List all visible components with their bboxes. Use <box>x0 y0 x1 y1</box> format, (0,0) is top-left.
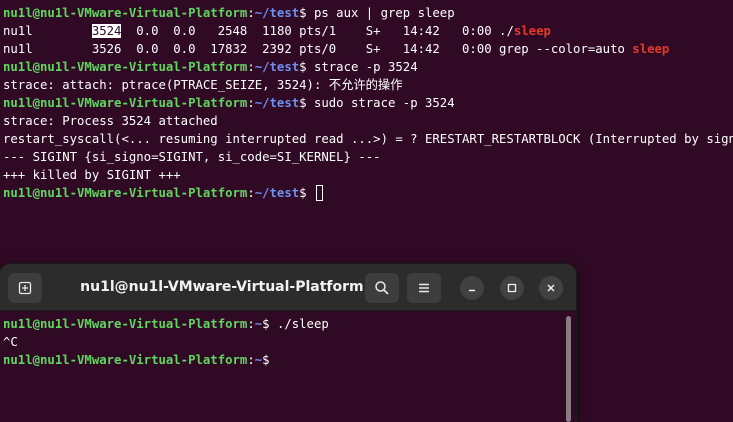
close-button[interactable] <box>539 276 563 300</box>
prompt-separator: : <box>247 186 255 200</box>
text-segment: strace -p 3524 <box>313 60 418 74</box>
output-line: strace: attach: ptrace(PTRACE_SEIZE, 352… <box>3 76 733 94</box>
prompt-line: nu1l@nu1l-VMware-Virtual-Platform:~$ ./s… <box>3 315 564 333</box>
prompt-separator: : <box>247 317 255 331</box>
maximize-icon <box>507 283 517 293</box>
output-line: strace: Process 3524 attached <box>3 112 733 130</box>
text-segment: 0.0 0.0 2548 1180 pts/1 S+ 14:42 0:00 ./ <box>121 24 514 38</box>
grep-match: sleep <box>632 42 670 56</box>
minimize-icon <box>469 289 475 292</box>
output-line: ^C <box>3 333 564 351</box>
prompt-line: nu1l@nu1l-VMware-Virtual-Platform:~/test… <box>3 184 733 202</box>
prompt-path: ~ <box>254 353 263 367</box>
text-segment: nu1l <box>3 24 92 38</box>
terminal-window-front[interactable]: nu1l@nu1l-VMware-Virtual-Platform: ~ nu1… <box>0 264 576 422</box>
output-line: nu1l 3526 0.0 0.0 17832 2392 pts/0 S+ 14… <box>3 40 733 58</box>
text-segment: strace: Process 3524 attached <box>3 114 218 128</box>
selected-text: 3524 <box>91 24 122 38</box>
text-segment: ^C <box>3 335 18 349</box>
prompt-symbol: $ <box>262 317 277 331</box>
text-segment: sudo strace -p 3524 <box>313 96 455 110</box>
prompt-user: nu1l@nu1l-VMware-Virtual-Platform <box>3 353 248 367</box>
prompt-separator: : <box>247 60 255 74</box>
hamburger-menu-icon <box>419 283 429 293</box>
minimize-button[interactable] <box>460 276 484 300</box>
output-line: +++ killed by SIGINT +++ <box>3 166 733 184</box>
terminal-window-background[interactable]: nu1l@nu1l-VMware-Virtual-Platform:~/test… <box>0 0 733 264</box>
prompt-line: nu1l@nu1l-VMware-Virtual-Platform:~/test… <box>3 94 733 112</box>
prompt-symbol: $ <box>299 96 314 110</box>
close-icon <box>547 284 555 292</box>
output-line: --- SIGINT {si_signo=SIGINT, si_code=SI_… <box>3 148 733 166</box>
output-line: nu1l 3524 0.0 0.0 2548 1180 pts/1 S+ 14:… <box>3 22 733 40</box>
prompt-line: nu1l@nu1l-VMware-Virtual-Platform:~$ <box>3 351 564 369</box>
prompt-user: nu1l@nu1l-VMware-Virtual-Platform <box>3 317 248 331</box>
text-segment: ./sleep <box>276 317 329 331</box>
prompt-line: nu1l@nu1l-VMware-Virtual-Platform:~/test… <box>3 58 733 76</box>
grep-match: sleep <box>513 24 551 38</box>
terminal-output[interactable]: nu1l@nu1l-VMware-Virtual-Platform:~/test… <box>3 4 733 202</box>
text-segment: nu1l 3526 0.0 0.0 17832 2392 pts/0 S+ 14… <box>3 42 633 56</box>
prompt-user: nu1l@nu1l-VMware-Virtual-Platform <box>3 96 248 110</box>
prompt-user: nu1l@nu1l-VMware-Virtual-Platform <box>3 186 248 200</box>
prompt-separator: : <box>247 353 255 367</box>
search-icon <box>375 281 389 295</box>
prompt-symbol: $ <box>299 6 314 20</box>
prompt-separator: : <box>247 96 255 110</box>
new-tab-icon <box>18 281 32 295</box>
title-bar[interactable]: nu1l@nu1l-VMware-Virtual-Platform: ~ <box>0 264 576 311</box>
text-segment: +++ killed by SIGINT +++ <box>3 168 181 182</box>
text-cursor <box>315 185 323 201</box>
scrollbar[interactable] <box>566 316 571 422</box>
prompt-path: ~/test <box>254 6 300 20</box>
menu-button[interactable] <box>407 273 441 303</box>
prompt-path: ~/test <box>254 96 300 110</box>
new-tab-button[interactable] <box>8 273 42 303</box>
output-line: restart_syscall(<... resuming interrupte… <box>3 130 733 148</box>
prompt-user: nu1l@nu1l-VMware-Virtual-Platform <box>3 60 248 74</box>
maximize-button[interactable] <box>500 276 524 300</box>
text-segment: restart_syscall(<... resuming interrupte… <box>3 132 733 146</box>
text-segment: ps aux | grep sleep <box>313 6 455 20</box>
prompt-path: ~/test <box>254 186 300 200</box>
text-segment: --- SIGINT {si_signo=SIGINT, si_code=SI_… <box>3 150 381 164</box>
text-segment: strace: attach: ptrace(PTRACE_SEIZE, 352… <box>3 78 403 92</box>
prompt-symbol: $ <box>299 186 314 200</box>
prompt-symbol: $ <box>299 60 314 74</box>
prompt-path: ~/test <box>254 60 300 74</box>
search-button[interactable] <box>365 273 399 303</box>
terminal-output[interactable]: nu1l@nu1l-VMware-Virtual-Platform:~$ ./s… <box>3 315 564 369</box>
prompt-line: nu1l@nu1l-VMware-Virtual-Platform:~/test… <box>3 4 733 22</box>
prompt-user: nu1l@nu1l-VMware-Virtual-Platform <box>3 6 248 20</box>
window-title: nu1l@nu1l-VMware-Virtual-Platform: ~ <box>80 279 386 295</box>
prompt-symbol: $ <box>262 353 277 367</box>
prompt-path: ~ <box>254 317 263 331</box>
prompt-separator: : <box>247 6 255 20</box>
